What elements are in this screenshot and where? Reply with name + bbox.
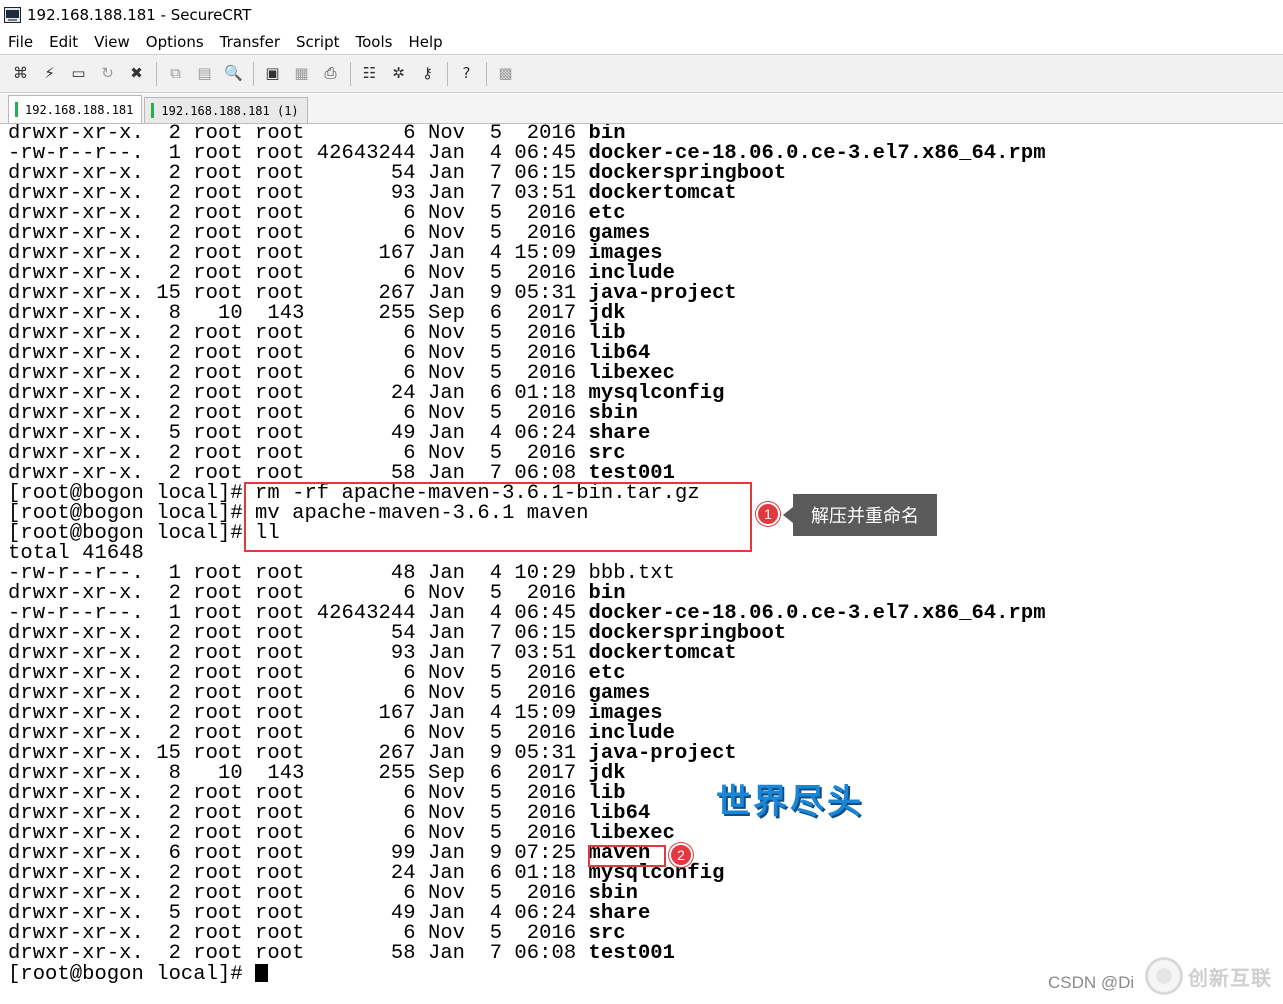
tab-label: 192.168.188.181 (1) [161,103,299,118]
menu-file[interactable]: File [0,31,41,53]
terminal-line: drwxr-xr-x. 2 root root 6 Nov 5 2016 inc… [8,263,675,284]
terminal-line: [root@bogon local]# [8,963,269,986]
terminal-line: drwxr-xr-x. 2 root root 6 Nov 5 2016 lib… [8,823,675,844]
toolbar-separator [447,61,448,86]
directory-name: test001 [588,942,676,965]
terminal-line: drwxr-xr-x. 2 root root 6 Nov 5 2016 sbi… [8,403,638,424]
menu-bar: File Edit View Options Transfer Script T… [0,30,1283,55]
tab-label: 192.168.188.181 [25,102,134,117]
command-highlight-box [244,482,752,552]
terminal-line: drwxr-xr-x. 2 root root 6 Nov 5 2016 gam… [8,683,650,704]
menu-transfer[interactable]: Transfer [212,31,288,53]
terminal-line: drwxr-xr-x. 2 root root 58 Jan 7 06:08 t… [8,942,676,965]
terminal-line: drwxr-xr-x. 2 root root 167 Jan 4 15:09 … [8,243,663,264]
step-badge-2: 2 [669,843,693,867]
brand-watermark: 创新互联 [1188,966,1272,990]
terminal-line: drwxr-xr-x. 2 root root 6 Nov 5 2016 inc… [8,723,675,744]
keymap-icon[interactable]: ⚷ [416,62,439,85]
terminal-line-text: [root@bogon local]# [8,963,256,986]
step-badge-1: 1 [756,502,780,526]
disconnect-icon[interactable]: ✖ [125,62,148,85]
connect-tab-icon[interactable]: ▭ [67,62,90,85]
terminal-line: drwxr-xr-x. 2 root root 6 Nov 5 2016 lib… [8,803,650,824]
terminal-line: drwxr-xr-x. 8 10 143 255 Sep 6 2017 jdk [8,303,626,324]
reconnect-icon[interactable]: ↻ [96,62,119,85]
terminal-line: drwxr-xr-x. 5 root root 49 Jan 4 06:24 s… [8,903,650,924]
terminal-line: drwxr-xr-x. 2 root root 6 Nov 5 2016 bin [8,583,626,604]
connected-indicator-icon [15,102,18,117]
menu-edit[interactable]: Edit [41,31,86,53]
tab-session-2[interactable]: 192.168.188.181 (1) [144,97,308,123]
terminal-line: drwxr-xr-x. 2 root root 6 Nov 5 2016 gam… [8,223,650,244]
session-options-icon[interactable]: ☷ [358,62,381,85]
terminal-line: drwxr-xr-x. 6 root root 99 Jan 9 07:25 m… [8,843,650,864]
terminal-output[interactable]: drwxr-xr-x. 2 root root 6 Nov 5 2016 bin… [0,124,1283,1004]
terminal-line: drwxr-xr-x. 2 root root 6 Nov 5 2016 sbi… [8,883,638,904]
connect-icon[interactable]: ⌘ [9,62,32,85]
terminal-line: drwxr-xr-x. 2 root root 54 Jan 7 06:15 d… [8,623,786,644]
terminal-line: drwxr-xr-x. 2 root root 6 Nov 5 2016 lib [8,783,626,804]
rename-callout: 解压并重命名 [783,494,937,536]
terminal-line: drwxr-xr-x. 2 root root 6 Nov 5 2016 src [8,443,626,464]
terminal-line: drwxr-xr-x. 15 root root 267 Jan 9 05:31… [8,283,737,304]
menu-help[interactable]: Help [400,31,450,53]
terminal-line: drwxr-xr-x. 15 root root 267 Jan 9 05:31… [8,743,737,764]
csdn-watermark: CSDN @Di [1048,973,1135,992]
connected-indicator-icon [151,103,155,118]
menu-view[interactable]: View [86,31,138,53]
menu-script[interactable]: Script [288,31,348,53]
tab-session-1[interactable]: 192.168.188.181 [8,95,143,123]
terminal-line: drwxr-xr-x. 2 root root 24 Jan 6 01:18 m… [8,383,724,404]
title-bar: 192.168.188.181 - SecureCRT [0,0,1283,30]
toolbar: ⌘ ⚡ ▭ ↻ ✖ ⧉ ▤ 🔍 ▣ ▦ ⎙ ☷ ✲ ⚷? ▩ [0,55,1283,93]
terminal-line: drwxr-xr-x. 2 root root 24 Jan 6 01:18 m… [8,863,724,884]
terminal-line: drwxr-xr-x. 2 root root 6 Nov 5 2016 lib [8,323,626,344]
terminal-cursor [255,964,269,982]
window-title: 192.168.188.181 - SecureCRT [27,6,252,24]
overlay-watermark-text: 世界尽头 [716,782,864,822]
terminal-line: drwxr-xr-x. 2 root root 58 Jan 7 06:08 t… [8,463,675,484]
terminal-line: drwxr-xr-x. 8 10 143 255 Sep 6 2017 jdk [8,763,626,784]
terminal-line: drwxr-xr-x. 2 root root 93 Jan 7 03:51 d… [8,183,737,204]
terminal-line: drwxr-xr-x. 2 root root 54 Jan 7 06:15 d… [8,163,786,184]
terminal-line: [root@bogon local]# ll [8,523,280,544]
toolbar-separator [350,61,351,86]
global-options-icon[interactable]: ✲ [387,62,410,85]
terminal-line: -rw-r--r--. 1 root root 42643244 Jan 4 0… [8,143,1046,164]
copy-icon[interactable]: ⧉ [164,62,187,85]
terminal-line: drwxr-xr-x. 2 root root 6 Nov 5 2016 etc [8,663,626,684]
terminal-line: drwxr-xr-x. 2 root root 6 Nov 5 2016 src [8,923,626,944]
quick-connect-icon[interactable]: ⚡ [38,62,61,85]
terminal-line: total 41648 [8,543,144,564]
menu-tools[interactable]: Tools [348,31,401,53]
terminal-line: drwxr-xr-x. 5 root root 49 Jan 4 06:24 s… [8,423,650,444]
maven-highlight-box [588,845,666,867]
toolbar-separator [156,61,157,86]
print-screen-icon[interactable]: ▣ [261,62,284,85]
paste-icon[interactable]: ▤ [193,62,216,85]
find-icon[interactable]: 🔍 [222,62,245,85]
toolbar-separator [253,61,254,86]
help-icon[interactable]: ? [455,62,478,85]
terminal-line: drwxr-xr-x. 2 root root 6 Nov 5 2016 lib… [8,363,675,384]
terminal-line: drwxr-xr-x. 2 root root 6 Nov 5 2016 etc [8,203,626,224]
terminal-line-text: drwxr-xr-x. 2 root root 58 Jan 7 06:08 [8,942,589,965]
session-tab-bar: 192.168.188.181 192.168.188.181 (1) [0,94,1283,124]
terminal-line: drwxr-xr-x. 2 root root 167 Jan 4 15:09 … [8,703,663,724]
brand-logo-icon [1145,957,1183,995]
print-selection-icon[interactable]: ▦ [290,62,313,85]
securecrt-app-icon [4,7,21,23]
terminal-line: -rw-r--r--. 1 root root 42643244 Jan 4 0… [8,603,1046,624]
print-icon[interactable]: ⎙ [319,62,342,85]
terminal-line: drwxr-xr-x. 2 root root 6 Nov 5 2016 bin [8,124,626,144]
toolbar-separator [486,61,487,86]
sftp-icon[interactable]: ▩ [494,62,517,85]
terminal-line: drwxr-xr-x. 2 root root 93 Jan 7 03:51 d… [8,643,737,664]
terminal-line: drwxr-xr-x. 2 root root 6 Nov 5 2016 lib… [8,343,650,364]
terminal-line: -rw-r--r--. 1 root root 48 Jan 4 10:29 b… [8,563,675,584]
menu-options[interactable]: Options [138,31,212,53]
